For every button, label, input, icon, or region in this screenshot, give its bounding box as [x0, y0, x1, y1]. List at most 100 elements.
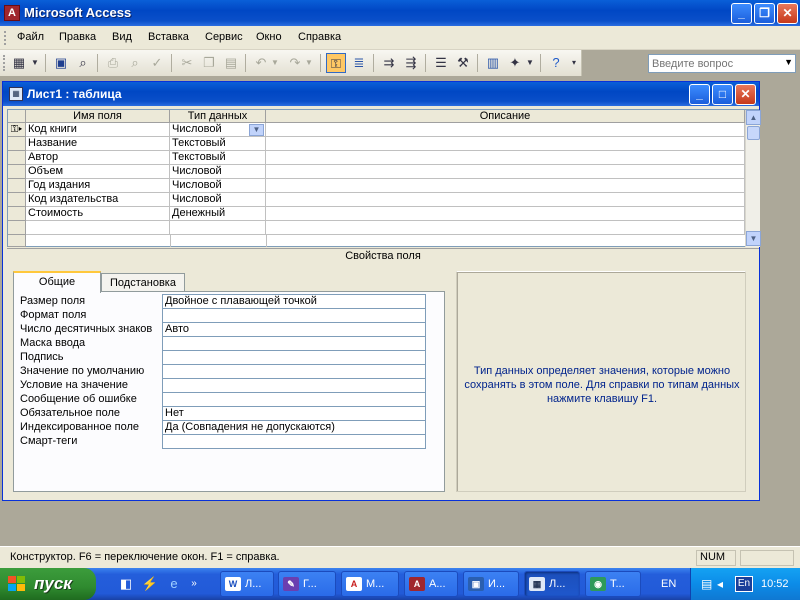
internet-explorer-icon[interactable]: e [165, 575, 183, 593]
volume-icon[interactable]: ◂ [717, 577, 731, 591]
data-type-cell[interactable]: Текстовый [170, 137, 266, 151]
quick-launch-more-icon[interactable]: » [188, 575, 200, 593]
chevron-down-icon[interactable]: ▼ [525, 53, 535, 73]
menu-edit[interactable]: Правка [59, 31, 96, 43]
description-cell[interactable] [266, 151, 745, 165]
child-maximize-button[interactable]: □ [712, 84, 733, 105]
row-selector[interactable] [8, 221, 26, 235]
spelling-icon[interactable]: ✓ [147, 53, 167, 73]
access-icon[interactable]: A [4, 5, 20, 21]
field-name-cell[interactable]: Название [26, 137, 170, 151]
new-object-icon[interactable]: ✦ [505, 53, 525, 73]
description-cell[interactable] [266, 179, 745, 193]
row-selector[interactable] [8, 207, 26, 221]
indexes-icon[interactable]: ≣ [349, 53, 369, 73]
chevron-down-icon[interactable]: ▼ [270, 53, 280, 73]
menu-view[interactable]: Вид [112, 31, 132, 43]
view-icon[interactable]: ▦ [9, 53, 29, 73]
tab-general[interactable]: Общие [13, 271, 101, 293]
undo-icon[interactable]: ↶ [251, 53, 271, 73]
scroll-up-icon[interactable]: ▲ [746, 110, 761, 125]
description-cell[interactable] [266, 165, 745, 179]
chevron-down-icon[interactable]: ▼ [304, 53, 314, 73]
menu-tools[interactable]: Сервис [205, 31, 243, 43]
prop-value-decimal-places[interactable]: Авто [162, 323, 426, 337]
print-icon[interactable]: ⎙ [103, 53, 123, 73]
copy-icon[interactable]: ❐ [199, 53, 219, 73]
chevron-down-icon[interactable]: ▼ [784, 57, 793, 67]
description-cell[interactable] [266, 207, 745, 221]
cut-icon[interactable]: ✂ [177, 53, 197, 73]
prop-value-field-size[interactable]: Двойное с плавающей точкой [162, 295, 426, 309]
row-selector[interactable] [8, 179, 26, 193]
taskbar-item-pdf[interactable]: A М... [341, 571, 399, 597]
description-cell[interactable] [266, 193, 745, 207]
field-name-cell[interactable]: Объем [26, 165, 170, 179]
row-selector[interactable] [8, 193, 26, 207]
data-type-cell[interactable]: Числовой [170, 179, 266, 193]
tray-language-indicator[interactable]: En [735, 576, 753, 592]
prop-value-smart-tags[interactable] [162, 435, 426, 449]
show-desktop-icon[interactable]: ◧ [117, 575, 135, 593]
row-selector[interactable] [8, 151, 26, 165]
winamp-icon[interactable]: ⚡ [141, 575, 159, 593]
help-icon[interactable]: ? [546, 53, 566, 73]
menu-help[interactable]: Справка [298, 31, 341, 43]
taskbar-item-app[interactable]: ▣ И... [463, 571, 519, 597]
taskbar-item-word[interactable]: W Л... [220, 571, 274, 597]
prop-value-caption[interactable] [162, 351, 426, 365]
print-preview-icon[interactable]: ⌕ [125, 53, 145, 73]
menu-file[interactable]: Файл [17, 31, 44, 43]
primary-key-icon[interactable]: ⚿ [326, 53, 346, 73]
empty-cell[interactable] [170, 221, 266, 235]
build-icon[interactable]: ⚒ [453, 53, 473, 73]
prop-value-indexed[interactable]: Да (Совпадения не допускаются) [162, 421, 426, 435]
row-selector[interactable] [8, 235, 26, 247]
minimize-button[interactable]: _ [731, 3, 752, 24]
help-question-input[interactable] [649, 55, 779, 72]
row-selector-key-icon[interactable]: ⚿▸ [8, 123, 26, 137]
redo-icon[interactable]: ↷ [285, 53, 305, 73]
data-type-cell[interactable]: Денежный [170, 207, 266, 221]
delete-rows-icon[interactable]: ⇶ [401, 53, 421, 73]
start-button[interactable]: пуск [0, 568, 96, 600]
menu-insert[interactable]: Вставка [148, 31, 189, 43]
field-name-cell[interactable]: Код книги [26, 123, 170, 137]
paste-icon[interactable]: ▤ [221, 53, 241, 73]
close-button[interactable]: ✕ [777, 3, 798, 24]
child-close-button[interactable]: ✕ [735, 84, 756, 105]
field-name-cell[interactable]: Код издательства [26, 193, 170, 207]
prop-value-input-mask[interactable] [162, 337, 426, 351]
scroll-thumb[interactable] [747, 126, 760, 140]
prop-value-validation-rule[interactable] [162, 379, 426, 393]
menu-window[interactable]: Окно [256, 31, 282, 43]
row-selector[interactable] [8, 165, 26, 179]
empty-cell[interactable] [266, 221, 745, 235]
clock[interactable]: 10:52 [761, 578, 789, 590]
language-indicator[interactable]: EN [661, 578, 676, 590]
toolbar-options-icon[interactable]: ▾ [568, 53, 580, 73]
scroll-down-icon[interactable]: ▼ [746, 231, 761, 246]
data-type-cell[interactable]: Числовой [170, 193, 266, 207]
field-name-cell[interactable]: Автор [26, 151, 170, 165]
search-icon[interactable]: ⌕ [73, 53, 93, 73]
field-name-cell[interactable]: Стоимость [26, 207, 170, 221]
network-icon[interactable]: ▤ [701, 577, 715, 591]
taskbar-item-graphics[interactable]: ✎ Г... [278, 571, 336, 597]
description-cell[interactable] [266, 137, 745, 151]
table-icon[interactable]: ▦ [9, 87, 23, 101]
chevron-down-icon[interactable]: ▼ [249, 124, 264, 136]
child-minimize-button[interactable]: _ [689, 84, 710, 105]
field-name-cell[interactable]: Год издания [26, 179, 170, 193]
tab-lookup[interactable]: Подстановка [101, 273, 185, 292]
prop-value-validation-text[interactable] [162, 393, 426, 407]
save-icon[interactable]: ▣ [51, 53, 71, 73]
restore-button[interactable]: ❐ [754, 3, 775, 24]
taskbar-item-access[interactable]: A А... [404, 571, 458, 597]
database-window-icon[interactable]: ▥ [483, 53, 503, 73]
data-type-cell[interactable]: Числовой [170, 165, 266, 179]
properties-icon[interactable]: ☰ [431, 53, 451, 73]
insert-rows-icon[interactable]: ⇉ [379, 53, 399, 73]
data-type-cell[interactable]: Текстовый [170, 151, 266, 165]
prop-value-default[interactable] [162, 365, 426, 379]
